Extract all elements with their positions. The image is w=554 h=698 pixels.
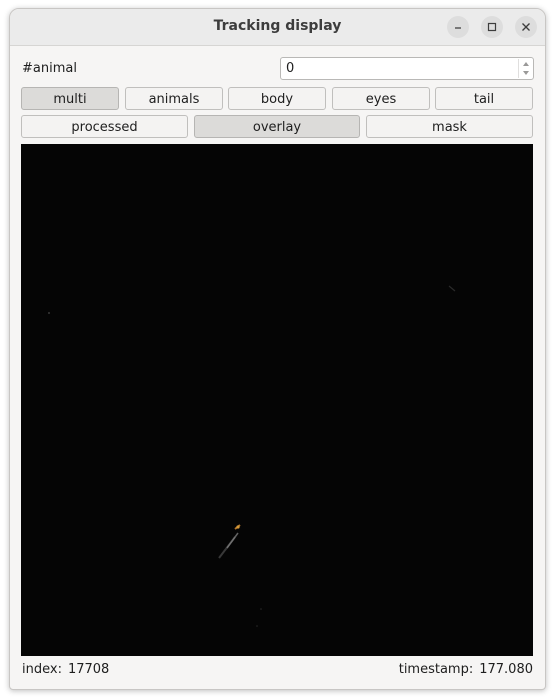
status-timestamp: timestamp: 177.080 bbox=[399, 662, 533, 677]
timestamp-label: timestamp: bbox=[398, 662, 474, 677]
minimize-button[interactable] bbox=[447, 16, 469, 38]
minimize-icon bbox=[455, 27, 461, 29]
animal-label: #animal bbox=[22, 61, 77, 76]
title-bar[interactable]: Tracking display bbox=[10, 9, 545, 46]
tracking-display-window: Tracking display #animal 0 multi animals… bbox=[9, 8, 546, 690]
maximize-button[interactable] bbox=[481, 16, 503, 38]
processed-button[interactable]: processed bbox=[21, 115, 188, 138]
spinbox-arrows[interactable] bbox=[518, 59, 532, 78]
tail-button[interactable]: tail bbox=[435, 87, 533, 110]
eyes-button[interactable]: eyes bbox=[332, 87, 430, 110]
timestamp-value: 177.080 bbox=[479, 662, 533, 677]
tracking-image-view[interactable] bbox=[21, 144, 533, 656]
close-icon bbox=[522, 23, 530, 31]
multi-button[interactable]: multi bbox=[21, 87, 119, 110]
status-index: index: 17708 bbox=[22, 662, 115, 677]
animal-spinbox[interactable]: 0 bbox=[280, 57, 534, 80]
overlay-button[interactable]: overlay bbox=[194, 115, 360, 138]
spin-down-icon[interactable] bbox=[522, 70, 530, 76]
maximize-icon bbox=[487, 22, 497, 32]
index-value: 17708 bbox=[67, 662, 110, 677]
body-button[interactable]: body bbox=[228, 87, 326, 110]
close-button[interactable] bbox=[515, 16, 537, 38]
mask-button[interactable]: mask bbox=[366, 115, 533, 138]
index-label: index: bbox=[22, 662, 62, 677]
tracking-overlay-image bbox=[21, 144, 533, 656]
animal-spinbox-value[interactable]: 0 bbox=[286, 61, 294, 76]
spin-up-icon[interactable] bbox=[522, 61, 530, 67]
animals-button[interactable]: animals bbox=[125, 87, 223, 110]
